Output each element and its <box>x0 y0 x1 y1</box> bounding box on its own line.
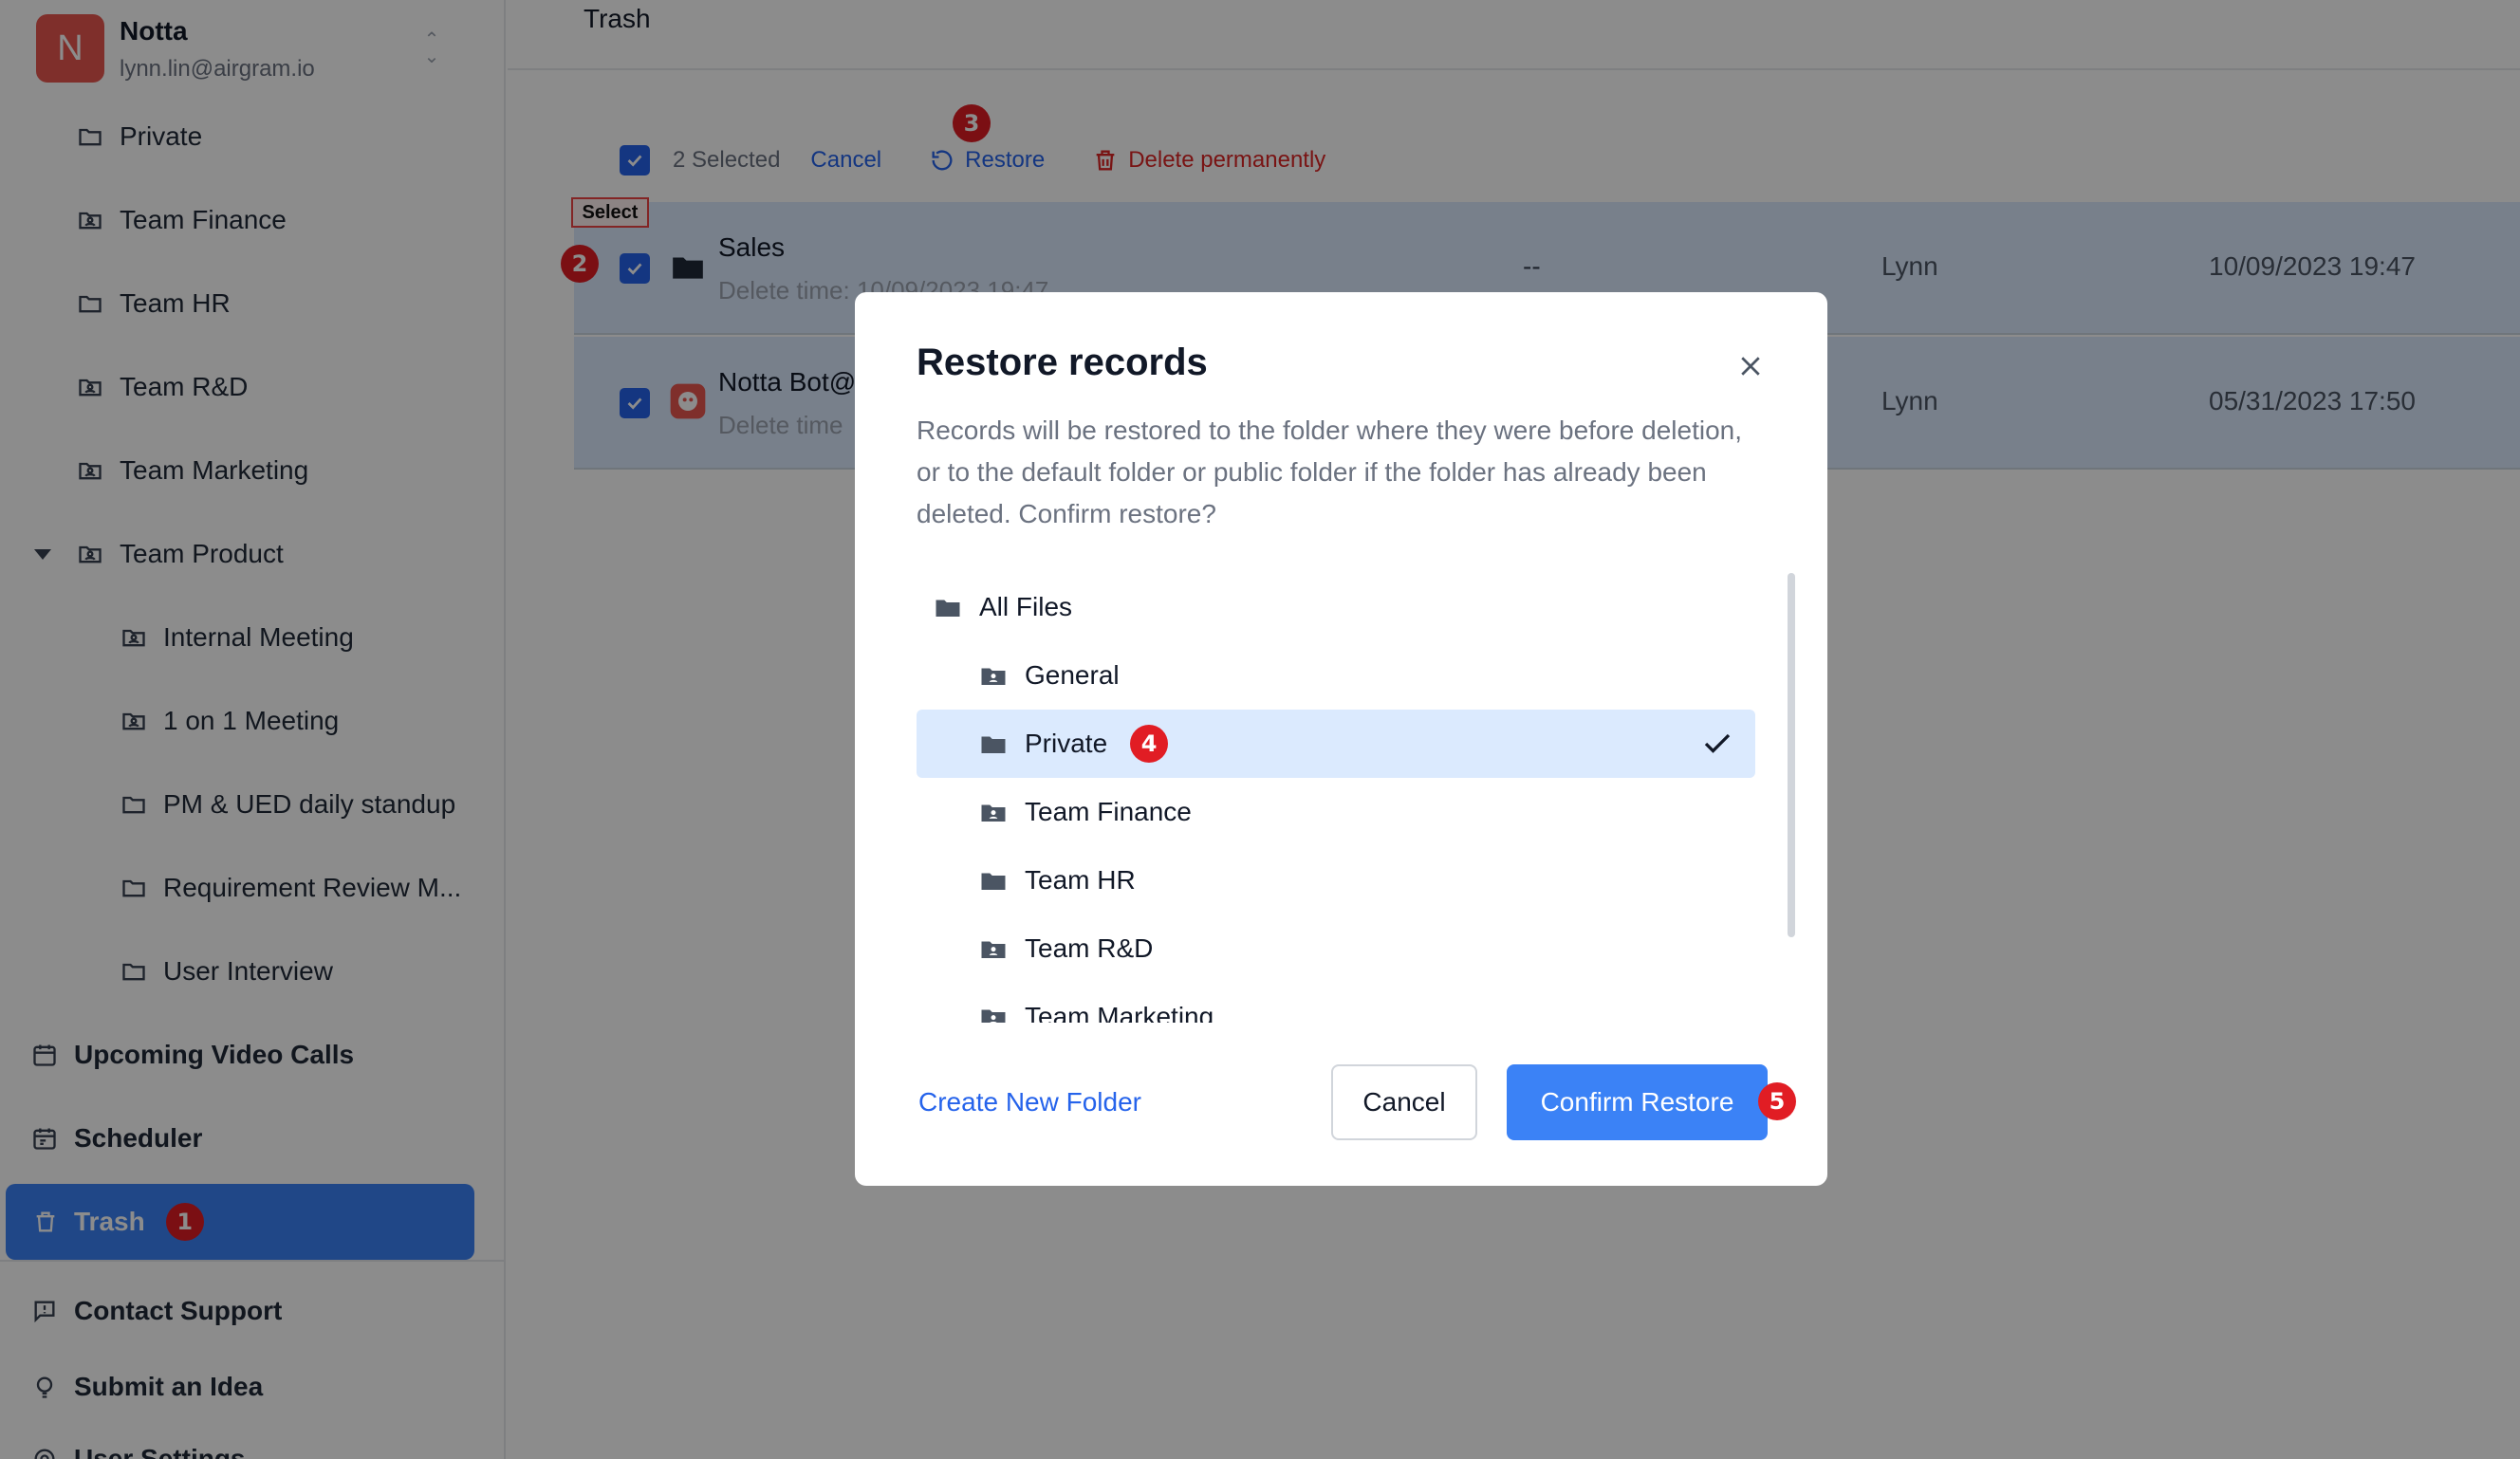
confirm-restore-label: Confirm Restore <box>1540 1087 1734 1117</box>
step-badge: 4 <box>1130 725 1169 763</box>
dialog-title: Restore records <box>917 342 1208 383</box>
restore-records-dialog: Restore records Records will be restored… <box>855 292 1827 1186</box>
team-folder-icon <box>977 1001 1010 1023</box>
tree-item-label: Team Marketing <box>1025 1002 1214 1023</box>
team-folder-icon <box>977 659 1010 692</box>
step-badge: 5 <box>1758 1082 1796 1120</box>
folder-tree: All Files General Private 4 Team Finance <box>917 573 1770 1023</box>
folder-icon <box>977 728 1010 760</box>
tree-item-team-marketing[interactable]: Team Marketing <box>917 983 1755 1023</box>
tree-item-label: Team R&D <box>1025 933 1154 963</box>
create-new-folder-link[interactable]: Create New Folder <box>918 1087 1141 1117</box>
cancel-button[interactable]: Cancel <box>1331 1064 1477 1140</box>
team-folder-icon <box>977 933 1010 965</box>
folder-icon <box>932 591 964 623</box>
tree-item-team-rd[interactable]: Team R&D <box>917 914 1755 983</box>
team-folder-icon <box>977 796 1010 828</box>
tree-item-private[interactable]: Private 4 <box>917 710 1755 778</box>
folder-icon <box>977 864 1010 896</box>
dialog-description: Records will be restored to the folder w… <box>917 416 1743 528</box>
confirm-restore-button[interactable]: Confirm Restore <box>1507 1064 1768 1140</box>
tree-item-team-hr[interactable]: Team HR <box>917 846 1755 914</box>
tree-item-team-finance[interactable]: Team Finance <box>917 778 1755 846</box>
tree-item-label: Team HR <box>1025 865 1136 895</box>
tree-scrollbar[interactable] <box>1788 573 1795 937</box>
tree-item-all-files[interactable]: All Files <box>917 573 1755 641</box>
tree-item-label: General <box>1025 660 1120 690</box>
checkmark-icon <box>1704 733 1731 753</box>
tree-item-label: Team Finance <box>1025 797 1192 826</box>
close-icon[interactable] <box>1732 347 1770 385</box>
tree-item-general[interactable]: General <box>917 641 1755 710</box>
tree-item-label: Private <box>1025 729 1108 758</box>
tree-item-label: All Files <box>979 592 1073 621</box>
